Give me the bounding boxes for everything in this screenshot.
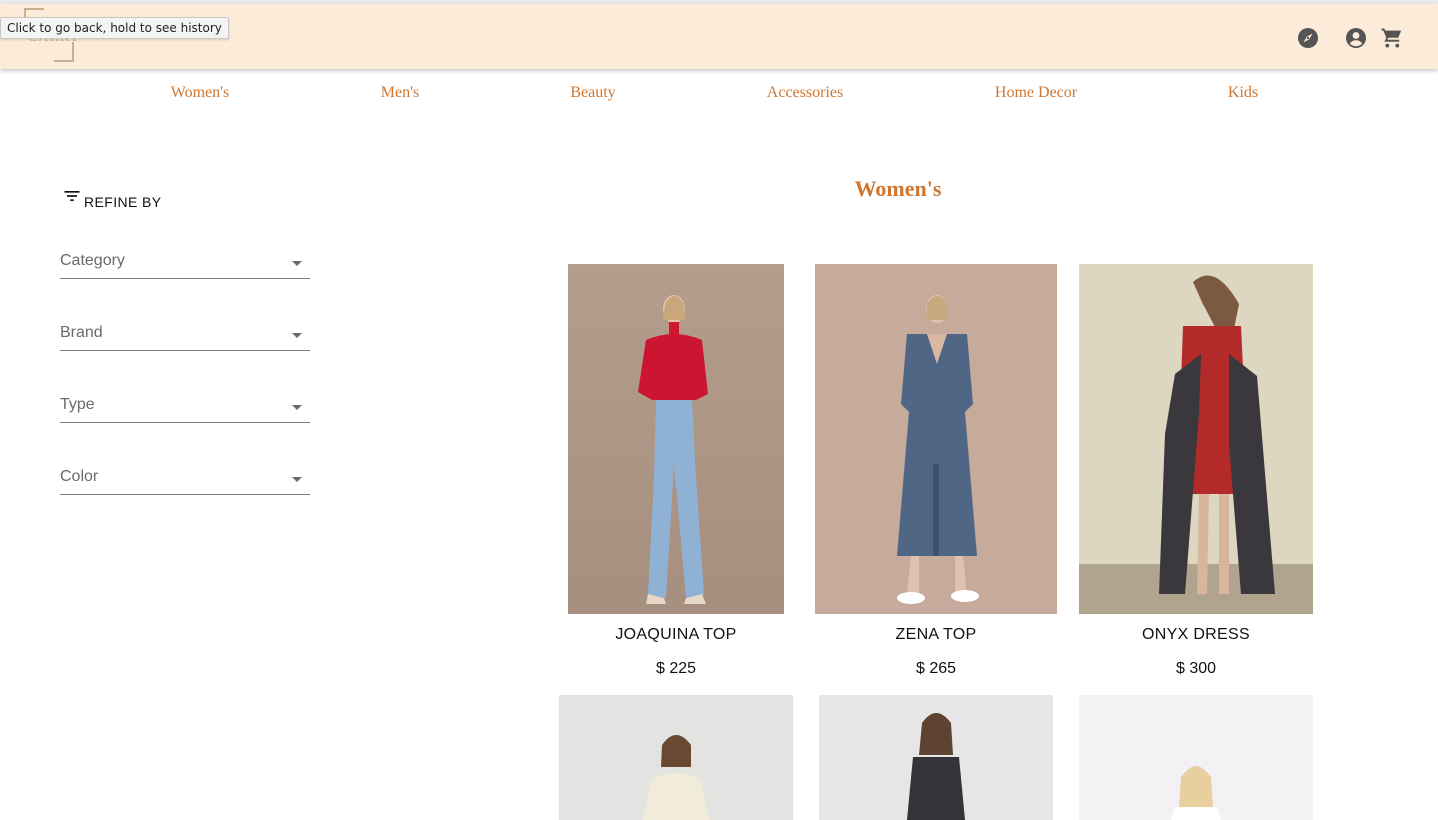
nav-beauty[interactable]: Beauty [570,84,615,102]
product-image[interactable] [1079,695,1313,820]
nav-kids[interactable]: Kids [1228,84,1258,102]
page-title: Women's [854,176,942,201]
type-select-label: Type [60,396,95,413]
product-name[interactable]: ONYX DRESS [1142,626,1250,644]
dropdown-arrow-icon [292,477,302,482]
product-image-zena-top[interactable] [815,264,1057,614]
product-price: $ 265 [915,660,957,677]
nav-mens[interactable]: Men's [381,84,419,102]
dropdown-arrow-icon [292,333,302,338]
color-select[interactable]: Color [60,468,310,495]
nav-womens[interactable]: Women's [171,84,229,102]
product-image[interactable] [559,695,793,820]
dropdown-arrow-icon [292,261,302,266]
product-price: $ 300 [1175,660,1217,677]
category-select[interactable]: Category [60,252,310,279]
type-select[interactable]: Type [60,396,310,423]
back-button-tooltip: Click to go back, hold to see history [0,17,229,39]
refine-by-label: REFINE BY [84,194,162,210]
logo-corner-bottom-right [54,42,74,62]
category-select-label: Category [60,252,125,269]
nav-accessories[interactable]: Accessories [767,84,843,102]
product-name[interactable]: JOAQUINA TOP [615,626,736,644]
product-image-joaquina-top[interactable] [568,264,784,614]
product-image[interactable] [819,695,1053,820]
filter-icon [64,191,80,201]
compass-icon[interactable] [1296,26,1320,50]
product-image-onyx-dress[interactable] [1079,264,1313,614]
category-nav: Women's Men's Beauty Accessories Home De… [0,84,1438,106]
brand-select[interactable]: Brand [60,324,310,351]
dropdown-arrow-icon [292,405,302,410]
account-icon[interactable] [1344,26,1368,50]
brand-select-label: Brand [60,324,103,341]
product-price: $ 225 [655,660,697,677]
nav-home-decor[interactable]: Home Decor [995,84,1077,102]
app-header: CARRY Click to go back, hold to see hist… [0,4,1438,69]
product-name[interactable]: ZENA TOP [896,626,977,644]
cart-icon[interactable] [1380,26,1404,50]
color-select-label: Color [60,468,99,485]
